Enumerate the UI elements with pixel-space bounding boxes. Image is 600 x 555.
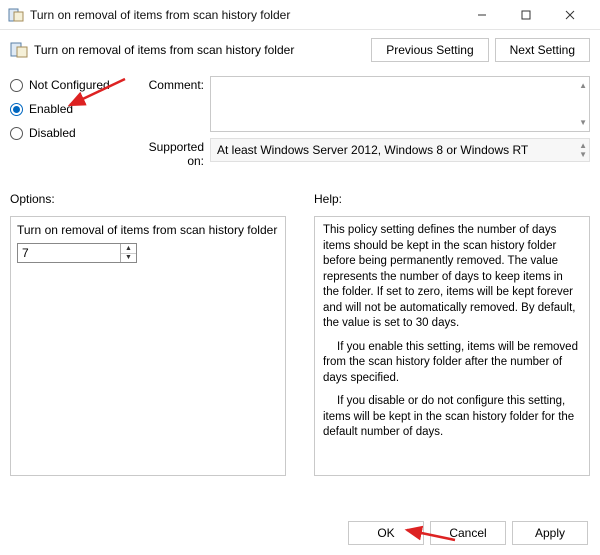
next-setting-button[interactable]: Next Setting (495, 38, 590, 62)
radio-indicator-icon (10, 79, 23, 92)
days-value[interactable]: 7 (18, 244, 120, 262)
header: Turn on removal of items from scan histo… (0, 30, 600, 72)
supported-on-label: Supported on: (130, 138, 210, 168)
scroll-up-icon: ▲ (579, 81, 587, 90)
help-paragraph: If you enable this setting, items will b… (323, 340, 581, 387)
help-paragraph: If you disable or do not configure this … (323, 394, 581, 441)
titlebar: Turn on removal of items from scan histo… (0, 0, 600, 30)
help-paragraph: This policy setting defines the number o… (323, 223, 581, 332)
minimize-button[interactable] (460, 0, 504, 30)
radio-not-configured[interactable]: Not Configured (10, 78, 130, 92)
supported-on-value: At least Windows Server 2012, Windows 8 … (217, 143, 528, 157)
radio-label: Not Configured (29, 78, 110, 92)
previous-setting-button[interactable]: Previous Setting (371, 38, 488, 62)
close-button[interactable] (548, 0, 592, 30)
days-spinner[interactable]: 7 ▲ ▼ (17, 243, 137, 263)
scroll-down-icon: ▼ (579, 150, 587, 159)
radio-enabled[interactable]: Enabled (10, 102, 130, 116)
maximize-button[interactable] (504, 0, 548, 30)
state-radio-group: Not Configured Enabled Disabled (10, 76, 130, 174)
scroll-up-icon: ▲ (579, 141, 587, 150)
radio-indicator-icon (10, 127, 23, 140)
apply-button[interactable]: Apply (512, 521, 588, 545)
spinner-up-icon[interactable]: ▲ (121, 244, 136, 254)
options-panel: Turn on removal of items from scan histo… (10, 216, 286, 476)
help-panel: This policy setting defines the number o… (314, 216, 590, 476)
policy-title: Turn on removal of items from scan histo… (34, 43, 371, 57)
radio-label: Enabled (29, 102, 73, 116)
group-policy-icon (8, 7, 24, 23)
policy-icon (10, 41, 28, 59)
supported-on-field: At least Windows Server 2012, Windows 8 … (210, 138, 590, 162)
scroll-down-icon: ▼ (579, 118, 587, 127)
cancel-button[interactable]: Cancel (430, 521, 506, 545)
options-section-label: Options: (10, 192, 286, 206)
option-label: Turn on removal of items from scan histo… (17, 223, 279, 237)
help-section-label: Help: (314, 192, 590, 206)
radio-disabled[interactable]: Disabled (10, 126, 130, 140)
ok-button[interactable]: OK (348, 521, 424, 545)
radio-label: Disabled (29, 126, 76, 140)
window-title: Turn on removal of items from scan histo… (30, 8, 460, 22)
dialog-buttons: OK Cancel Apply (348, 521, 588, 545)
radio-indicator-icon (10, 103, 23, 116)
spinner-down-icon[interactable]: ▼ (121, 254, 136, 263)
comment-label: Comment: (130, 76, 210, 92)
comment-textarea[interactable]: ▲ ▼ (210, 76, 590, 132)
